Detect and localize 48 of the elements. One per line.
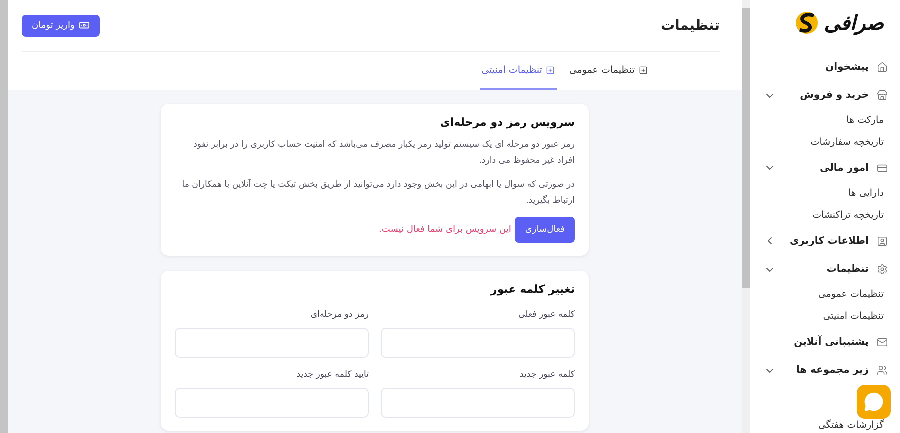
sidebar-item[interactable]: امور مالی [764,154,888,183]
sidebar-item[interactable]: خرید و فروش [764,82,888,110]
plus-square-icon [546,66,556,74]
nav-icon [877,90,888,102]
field-label: کلمه عبور جدید [518,370,575,380]
sidebar-subitem[interactable]: تنظیمات عمومی [818,284,888,306]
nav-icon [877,264,888,276]
deposit-button[interactable]: واریز تومان [22,14,100,36]
field-label: رمز دو مرحله‌ای [310,310,369,320]
sidebar-subitem[interactable]: دارایی ها [848,182,888,205]
sidebar-subitem[interactable]: تاریخچه تراکنشات [812,204,888,227]
scrollbar-thumb[interactable] [742,8,750,288]
logo-text: صرافی [824,11,884,35]
sidebar-subitem[interactable]: تاریخچه سفارشات [810,132,888,154]
banknote-icon [78,20,90,31]
sidebar-item[interactable]: پیشخوان [764,53,888,82]
nav-icon [877,336,888,348]
chat-icon [864,392,884,412]
input-field[interactable] [381,328,575,358]
input-field[interactable] [175,388,369,418]
nav-icon [877,365,888,376]
status-text: این سرویس برای شما فعال نیست. [379,225,512,235]
input-field[interactable] [175,328,369,358]
activate-button[interactable]: فعال‌سازی [515,217,575,243]
nav-icon [877,62,888,73]
sidebar-subitem[interactable]: تنظیمات امنیتی [823,306,888,328]
sidebar-subitem[interactable]: گزارشات هفتگی [818,419,888,433]
page-title: تنظیمات [660,18,720,34]
field-label: کلمه عبور فعلی [517,310,575,320]
description-text: در صورتی که سوال یا ابهامی در این بخش وجود دارد می‌توانید از طریق بخش تیکت یا چت آنلاین با همکاران ما ارتباط بگیرید. [181,178,575,208]
field-label: تایید کلمه عبور جدید [296,370,369,380]
logo-icon [794,10,820,36]
tab[interactable]: تنظیمات امنیتی [480,52,558,90]
sidebar-item[interactable]: زیر مجموعه ها [764,356,888,386]
chat-button[interactable] [857,385,891,419]
sidebar-item[interactable]: تنظیمات [764,255,888,284]
tab[interactable]: تنظیمات عمومی [567,52,650,90]
input-field[interactable] [381,388,575,418]
card-title: تغییر کلمه عبور [490,283,575,296]
plus-square-icon [639,66,648,74]
sidebar-subitem[interactable]: مارکت ها [846,110,888,132]
card-title: سرویس رمز دو مرحله‌ای [439,116,575,129]
description-text: رمز عبور دو مرحله ای یک سیستم تولید رمز یکبار مصرف می‌باشد که امنیت حساب کاربری را در برابر نفوذ افراد غیر محفوظ می دارد. [192,139,575,168]
sidebar-item[interactable]: پشتیبانی آنلاین [764,328,888,356]
nav-icon [877,236,888,247]
scrollbar[interactable] [0,0,8,433]
sidebar-item[interactable]: اطلاعات کاربری [764,226,888,256]
nav-icon [877,162,888,174]
